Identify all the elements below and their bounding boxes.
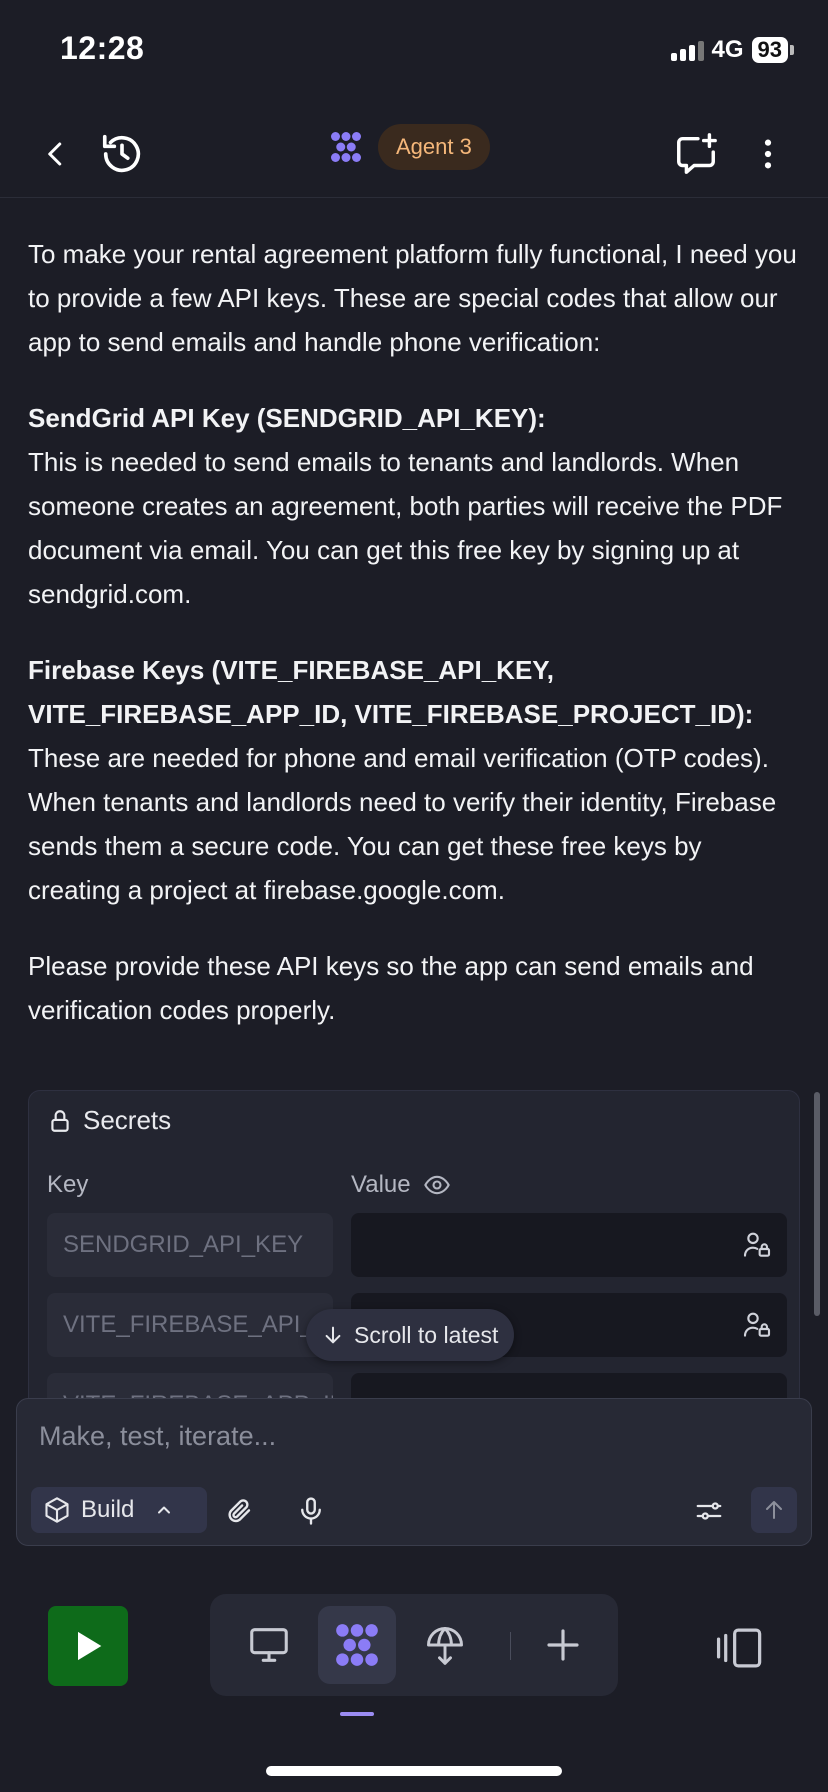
sliders-icon	[696, 1502, 722, 1520]
battery-icon: 93	[751, 37, 794, 63]
arrow-down-icon	[325, 1326, 341, 1344]
settings-sliders-button[interactable]	[689, 1491, 729, 1531]
firebase-section: Firebase Keys (VITE_FIREBASE_API_KEY, VI…	[28, 648, 800, 912]
battery-level: 93	[751, 37, 788, 63]
new-chat-button[interactable]	[668, 126, 724, 182]
secret-key-field[interactable]: VITE_FIREBASE_API_KEY	[47, 1293, 333, 1357]
status-time: 12:28	[60, 30, 145, 66]
history-button[interactable]	[94, 126, 150, 182]
eye-icon[interactable]	[423, 1171, 451, 1199]
network-type: 4G	[711, 36, 744, 63]
chevron-up-icon	[158, 1506, 171, 1514]
sendgrid-section: SendGrid API Key (SENDGRID_API_KEY): This…	[28, 396, 800, 616]
secrets-header: Secrets	[47, 1105, 171, 1136]
sendgrid-title: SendGrid API Key (SENDGRID_API_KEY):	[28, 403, 546, 433]
home-indicator	[266, 1766, 562, 1776]
value-column-header: Value	[351, 1171, 451, 1199]
paperclip-icon	[228, 1499, 251, 1523]
lock-icon	[51, 1109, 69, 1132]
nav-separator	[510, 1632, 511, 1660]
scroll-to-latest-label: Scroll to latest	[354, 1321, 499, 1348]
play-icon	[78, 1631, 102, 1661]
plus-icon	[547, 1629, 579, 1661]
more-vertical-icon	[764, 139, 772, 169]
agent-logo-icon	[331, 132, 361, 162]
key-column-header: Key	[47, 1171, 89, 1198]
active-tab-indicator	[340, 1712, 374, 1716]
chevron-left-icon	[48, 142, 62, 166]
run-button[interactable]	[48, 1606, 128, 1686]
scroll-to-latest-button[interactable]: Scroll to latest	[306, 1309, 515, 1361]
nav-agent[interactable]	[318, 1606, 396, 1684]
secrets-title: Secrets	[83, 1105, 172, 1135]
deploy-icon	[427, 1627, 463, 1665]
new-chat-icon	[677, 133, 717, 174]
user-lock-icon[interactable]	[741, 1229, 773, 1261]
mode-label: Build	[81, 1496, 135, 1523]
workspace-nav	[210, 1594, 618, 1696]
send-button[interactable]	[751, 1487, 797, 1533]
user-lock-icon[interactable]	[741, 1309, 773, 1341]
agent-badge[interactable]: Agent 3	[378, 124, 490, 170]
message-intro: To make your rental agreement platform f…	[28, 239, 797, 357]
header: Agent 3	[0, 112, 828, 198]
firebase-body: These are needed for phone and email ver…	[28, 743, 777, 905]
history-icon	[102, 134, 141, 173]
sendgrid-body: This is needed to send emails to tenants…	[28, 447, 783, 609]
arrow-up-icon	[766, 1501, 782, 1519]
nav-preview[interactable]	[230, 1606, 308, 1684]
monitor-icon	[250, 1628, 288, 1662]
status-indicators: 4G 93	[670, 36, 794, 64]
layout-panels-icon	[716, 1628, 762, 1668]
agent-logo-icon	[336, 1624, 378, 1666]
value-column-label: Value	[351, 1171, 411, 1198]
scrollbar[interactable]	[814, 1092, 820, 1316]
signal-icon	[670, 39, 704, 61]
attach-button[interactable]	[219, 1491, 259, 1531]
back-button[interactable]	[28, 126, 84, 182]
secrets-card: Secrets Key Value SENDGRID_API_KEY VITE_…	[28, 1090, 800, 1410]
agent-selector[interactable]: Agent 3	[328, 124, 490, 170]
nav-add-tab[interactable]	[524, 1606, 602, 1684]
voice-button[interactable]	[291, 1491, 331, 1531]
secret-value-field[interactable]	[351, 1213, 787, 1277]
more-options-button[interactable]	[740, 126, 796, 182]
layout-toggle-button[interactable]	[712, 1620, 768, 1676]
secret-key-field[interactable]: SENDGRID_API_KEY	[47, 1213, 333, 1277]
message-input[interactable]: Make, test, iterate...	[39, 1421, 276, 1452]
microphone-icon	[301, 1497, 321, 1525]
message-closing: Please provide these API keys so the app…	[28, 951, 754, 1025]
status-bar: 12:28 4G 93	[0, 0, 828, 100]
secret-row: SENDGRID_API_KEY	[47, 1213, 787, 1277]
composer: Make, test, iterate... Build	[16, 1398, 812, 1546]
firebase-title: Firebase Keys (VITE_FIREBASE_API_KEY, VI…	[28, 655, 754, 729]
agent-message: To make your rental agreement platform f…	[28, 232, 800, 1064]
mode-selector-button[interactable]: Build	[31, 1487, 207, 1533]
nav-deploy[interactable]	[406, 1606, 484, 1684]
cube-icon	[45, 1497, 69, 1523]
